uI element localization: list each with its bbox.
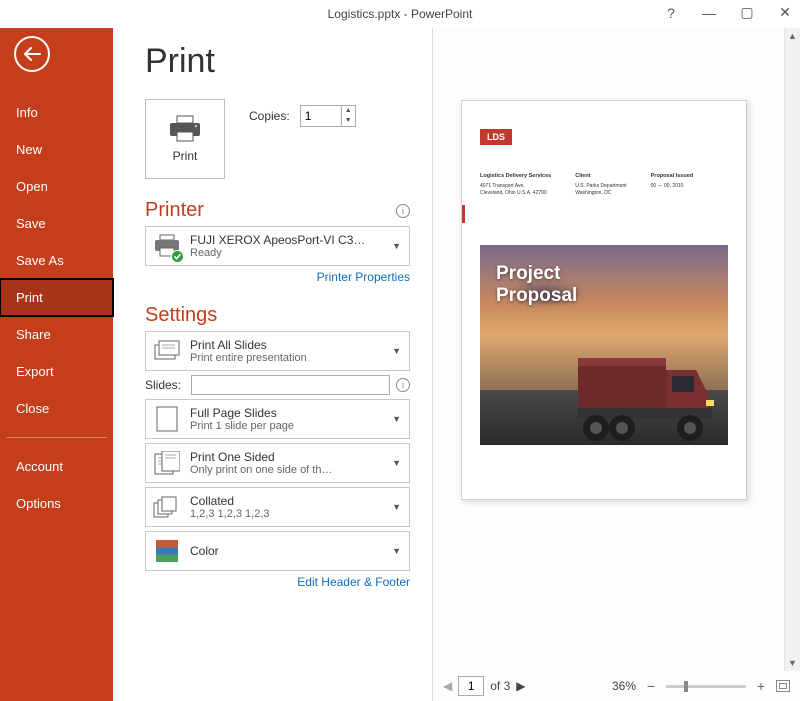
- sidebar-item-options[interactable]: Options: [0, 485, 113, 522]
- meta-line: Cleveland, Ohio U.S.A. 42790: [480, 190, 551, 197]
- window-controls: ? — ▢ ✕: [662, 4, 794, 21]
- setting-desc: Only print on one side of th…: [190, 464, 382, 476]
- spinner-up-icon[interactable]: ▲: [342, 106, 355, 116]
- preview-scrollbar[interactable]: ▲ ▼: [784, 28, 800, 671]
- chevron-down-icon: ▼: [390, 346, 403, 356]
- next-page-icon[interactable]: ▶: [516, 679, 525, 693]
- hero-title: Project Proposal: [496, 263, 577, 307]
- sidebar-item-save-as[interactable]: Save As: [0, 242, 113, 279]
- setting-label: Full Page Slides: [190, 406, 382, 420]
- close-icon[interactable]: ✕: [776, 4, 794, 21]
- meta-line: 00 — 00, 2010: [651, 183, 694, 190]
- page-title: Print: [145, 42, 410, 81]
- print-button[interactable]: Print: [145, 99, 225, 179]
- spinner-down-icon[interactable]: ▼: [342, 116, 355, 126]
- print-button-label: Print: [173, 149, 198, 163]
- slides-info-icon[interactable]: i: [396, 378, 410, 392]
- preview-statusbar: ◀ of 3 ▶ 36% − +: [433, 671, 800, 701]
- zoom-slider[interactable]: [666, 685, 746, 688]
- setting-label: Color: [190, 544, 382, 558]
- sidebar-item-share[interactable]: Share: [0, 316, 113, 353]
- back-button[interactable]: [14, 36, 50, 72]
- setting-desc: Print 1 slide per page: [190, 420, 382, 432]
- copies-label: Copies:: [249, 109, 290, 123]
- collated-icon: [152, 492, 182, 522]
- scroll-up-icon[interactable]: ▲: [785, 28, 800, 44]
- meta-line: U.S. Parks Department: [575, 183, 626, 190]
- back-arrow-icon: [23, 47, 41, 61]
- chevron-down-icon: ▼: [390, 241, 403, 251]
- printer-heading: Printer: [145, 199, 204, 222]
- window-title: Logistics.pptx - PowerPoint: [328, 7, 473, 21]
- setting-label: Collated: [190, 494, 382, 508]
- printer-info-icon[interactable]: i: [396, 204, 410, 218]
- one-sided-icon: [152, 448, 182, 478]
- preview-logo: LDS: [480, 129, 512, 145]
- printer-name: FUJI XEROX ApeosPort-VI C3…: [190, 233, 382, 247]
- full-page-icon: [152, 404, 182, 434]
- copies-input[interactable]: [301, 106, 341, 126]
- sidebar-item-export[interactable]: Export: [0, 353, 113, 390]
- setting-label: Print One Sided: [190, 450, 382, 464]
- sidebar-item-account[interactable]: Account: [0, 448, 113, 485]
- meta-line: 4071 Transport Ave.: [480, 183, 551, 190]
- preview-hero: Project Proposal: [480, 245, 728, 445]
- accent-bar: [462, 205, 465, 223]
- sidebar-item-new[interactable]: New: [0, 131, 113, 168]
- preview-meta: Logistics Delivery Services 4071 Transpo…: [480, 173, 728, 197]
- maximize-icon[interactable]: ▢: [738, 4, 756, 21]
- chevron-down-icon: ▼: [390, 458, 403, 468]
- spinner-arrows[interactable]: ▲ ▼: [341, 106, 355, 126]
- sidebar-divider: [6, 437, 107, 438]
- chevron-down-icon: ▼: [390, 414, 403, 424]
- printer-icon: [168, 115, 202, 143]
- slides-input[interactable]: [191, 375, 390, 395]
- title-bar: Logistics.pptx - PowerPoint ? — ▢ ✕: [0, 0, 800, 28]
- meta-head: Client: [575, 173, 626, 179]
- sidebar-item-save[interactable]: Save: [0, 205, 113, 242]
- slides-label: Slides:: [145, 378, 185, 392]
- setting-print-range[interactable]: Print All Slides Print entire presentati…: [145, 331, 410, 371]
- chevron-down-icon: ▼: [390, 502, 403, 512]
- meta-head: Logistics Delivery Services: [480, 173, 551, 179]
- sidebar-item-close[interactable]: Close: [0, 390, 113, 427]
- setting-color[interactable]: Color ▼: [145, 531, 410, 571]
- zoom-label: 36%: [612, 679, 636, 693]
- setting-layout[interactable]: Full Page Slides Print 1 slide per page …: [145, 399, 410, 439]
- print-preview-pane: ▲ ▼ LDS Logistics Delivery Services 4071…: [433, 28, 800, 701]
- print-controls-pane: Print Print Copies:: [113, 28, 433, 701]
- sidebar-item-info[interactable]: Info: [0, 94, 113, 131]
- copies-spinner[interactable]: ▲ ▼: [300, 105, 356, 127]
- edit-header-footer-link[interactable]: Edit Header & Footer: [145, 575, 410, 589]
- sidebar-item-open[interactable]: Open: [0, 168, 113, 205]
- printer-select[interactable]: FUJI XEROX ApeosPort-VI C3… Ready ▼: [145, 226, 410, 266]
- meta-head: Proposal Issued: [651, 173, 694, 179]
- setting-collation[interactable]: Collated 1,2,3 1,2,3 1,2,3 ▼: [145, 487, 410, 527]
- setting-sides[interactable]: Print One Sided Only print on one side o…: [145, 443, 410, 483]
- setting-desc: 1,2,3 1,2,3 1,2,3: [190, 508, 382, 520]
- settings-heading: Settings: [145, 304, 217, 327]
- help-icon[interactable]: ?: [662, 5, 680, 21]
- slides-stack-icon: [152, 336, 182, 366]
- zoom-out-button[interactable]: −: [644, 678, 658, 694]
- printer-properties-link[interactable]: Printer Properties: [145, 270, 410, 284]
- color-swatch-icon: [152, 536, 182, 566]
- page-total: of 3: [490, 679, 510, 693]
- sidebar-item-print[interactable]: Print: [0, 279, 113, 316]
- zoom-in-button[interactable]: +: [754, 678, 768, 694]
- meta-line: Washington, DC: [575, 190, 626, 197]
- chevron-down-icon: ▼: [390, 546, 403, 556]
- backstage-sidebar: Info New Open Save Save As Print Share E…: [0, 28, 113, 701]
- setting-desc: Print entire presentation: [190, 352, 382, 364]
- printer-status: Ready: [190, 247, 382, 259]
- prev-page-icon[interactable]: ◀: [443, 679, 452, 693]
- truck-illustration: [578, 350, 728, 445]
- fit-to-window-icon[interactable]: [776, 680, 790, 692]
- scroll-down-icon[interactable]: ▼: [785, 655, 800, 671]
- minimize-icon[interactable]: —: [700, 5, 718, 21]
- slide-preview: LDS Logistics Delivery Services 4071 Tra…: [461, 100, 747, 500]
- page-number-input[interactable]: [458, 676, 484, 696]
- printer-device-icon: [152, 231, 182, 261]
- setting-label: Print All Slides: [190, 338, 382, 352]
